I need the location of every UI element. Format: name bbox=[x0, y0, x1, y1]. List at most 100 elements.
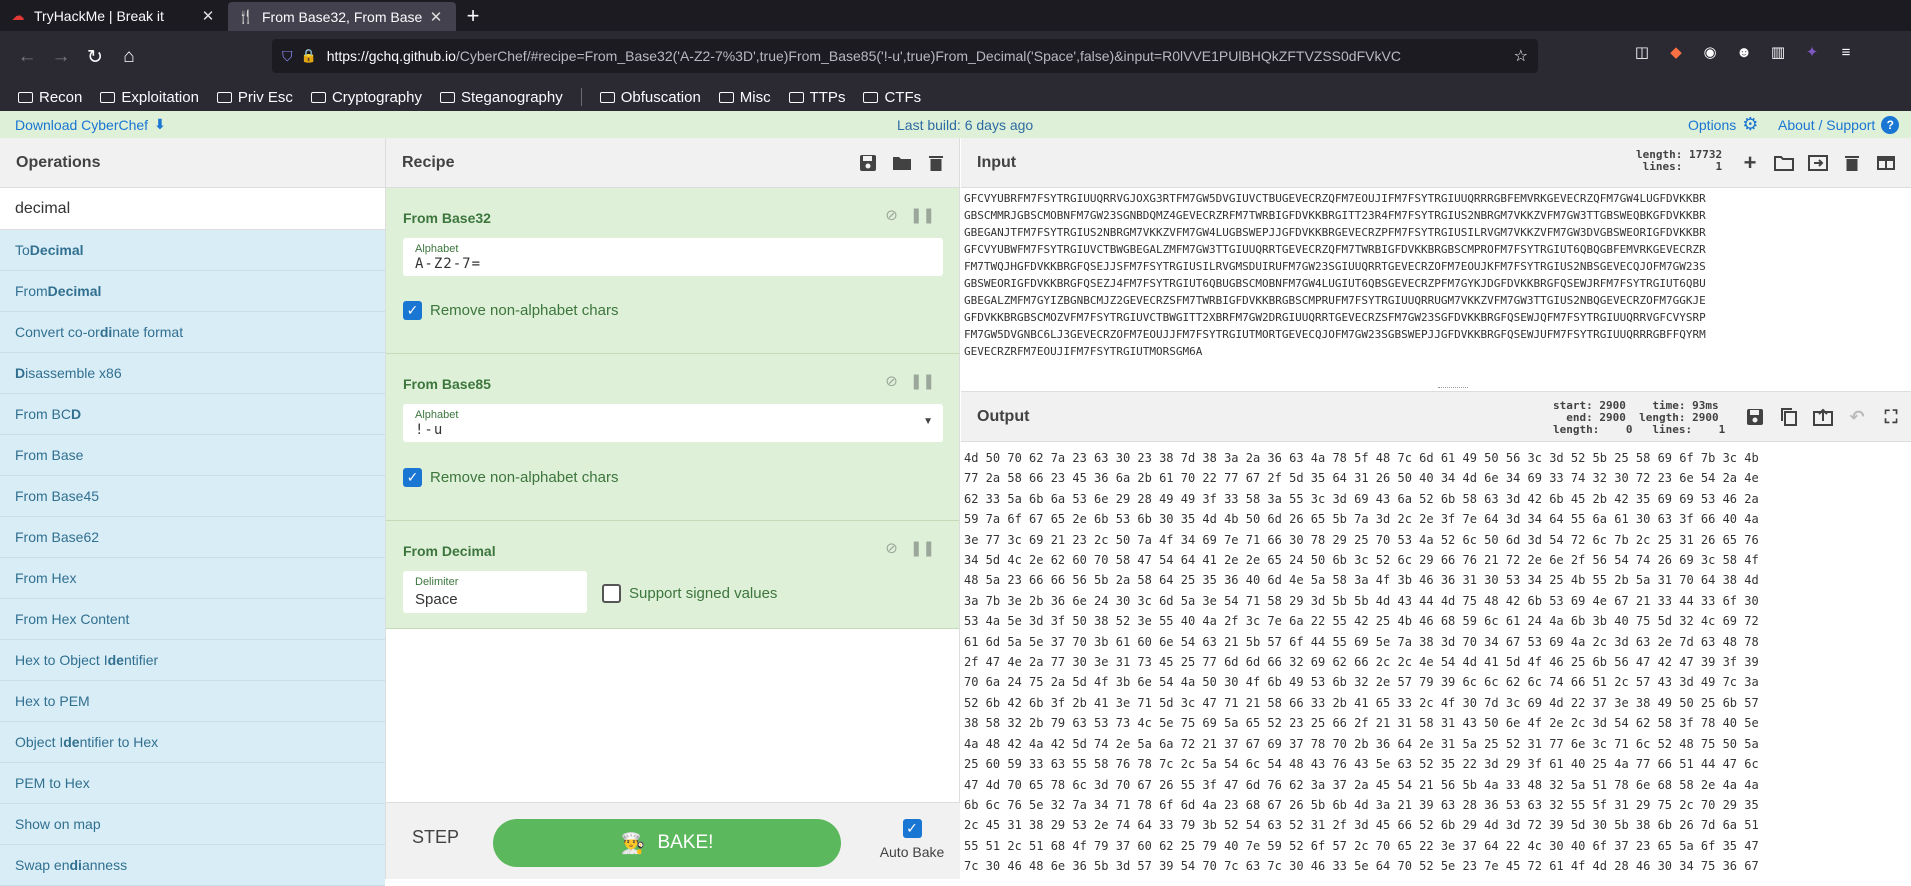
operation-item[interactable]: Swap en di anness bbox=[0, 845, 385, 886]
new-tab-button[interactable]: + bbox=[456, 0, 490, 31]
bookmark-folder[interactable]: Steganography bbox=[439, 89, 563, 106]
cyberchef-banner: Download CyberChef ⬇ Last build: 6 days a… bbox=[0, 111, 1911, 138]
toolbar-icons: ◫ ◆ ◉ ☻ ▥ ✦ ≡ bbox=[1630, 40, 1858, 64]
operation-item[interactable]: From Hex Content bbox=[0, 599, 385, 640]
operation-item[interactable]: From Base62 bbox=[0, 517, 385, 558]
operations-search-input[interactable]: decimal bbox=[0, 188, 385, 230]
dropdown-arrow-icon[interactable]: ▼ bbox=[923, 416, 933, 427]
pause-icon[interactable]: ❚❚ bbox=[910, 206, 935, 224]
reload-button[interactable]: ↻ bbox=[78, 40, 112, 74]
options-link[interactable]: Options ⚙ bbox=[1688, 114, 1758, 135]
url-text[interactable]: https://gchq.github.io/CyberChef/#recipe… bbox=[327, 48, 1508, 64]
bookmark-folder[interactable]: TTPs bbox=[788, 89, 845, 106]
bookmark-folder[interactable]: Obfuscation bbox=[599, 89, 701, 106]
disable-icon[interactable]: ⊘ bbox=[885, 372, 898, 390]
browser-tab-tryhackme[interactable]: ☁ TryHackMe | Break it ✕ bbox=[0, 0, 228, 31]
copy-icon[interactable] bbox=[1777, 405, 1801, 429]
last-build-text: Last build: 6 days ago bbox=[897, 116, 1034, 133]
extension-icon[interactable]: ◉ bbox=[1698, 40, 1722, 64]
operation-item[interactable]: PEM to Hex bbox=[0, 763, 385, 804]
menu-icon[interactable]: ≡ bbox=[1834, 40, 1858, 64]
input-text[interactable]: GFCVYUBRFM7FSYTRGIUUQRRVGJOXG3RTFM7GW5DV… bbox=[964, 190, 1908, 390]
bookmark-folder[interactable]: Recon bbox=[18, 89, 82, 106]
delimiter-select[interactable]: Delimiter Space bbox=[403, 571, 587, 613]
recipe-op-from-decimal[interactable]: From Decimal ⊘ ❚❚ Delimiter Space Support… bbox=[386, 521, 959, 629]
maximize-icon[interactable]: ⛶ bbox=[1879, 405, 1903, 429]
step-button[interactable]: STEP bbox=[412, 827, 459, 848]
field-label: Delimiter bbox=[415, 576, 459, 588]
auto-bake-checkbox[interactable]: ✓ Auto Bake bbox=[872, 819, 952, 860]
extensions-puzzle-icon[interactable]: ✦ bbox=[1800, 40, 1824, 64]
folder-icon bbox=[216, 91, 232, 103]
download-cyberchef-link[interactable]: Download CyberChef ⬇ bbox=[15, 116, 166, 133]
input-title: Input bbox=[977, 153, 1017, 171]
checkbox-checked-icon: ✓ bbox=[403, 468, 422, 487]
bookmark-folder[interactable]: Misc bbox=[718, 89, 771, 106]
operation-item[interactable]: From Base bbox=[0, 435, 385, 476]
bookmark-star-icon[interactable]: ☆ bbox=[1514, 46, 1528, 66]
resize-handle[interactable] bbox=[1438, 387, 1468, 390]
operation-item[interactable]: Show on map bbox=[0, 804, 385, 845]
disable-icon[interactable]: ⊘ bbox=[885, 206, 898, 224]
layout-icon[interactable] bbox=[1874, 151, 1898, 175]
field-label: Alphabet bbox=[415, 243, 459, 255]
pause-icon[interactable]: ❚❚ bbox=[910, 372, 935, 390]
alphabet-field[interactable]: Alphabet A-Z2-7= bbox=[403, 238, 943, 276]
folder-icon bbox=[310, 91, 326, 103]
disable-icon[interactable]: ⊘ bbox=[885, 539, 898, 557]
bookmark-folder[interactable]: Exploitation bbox=[100, 89, 199, 106]
checkbox-checked-icon: ✓ bbox=[902, 819, 922, 838]
output-text[interactable]: 4d 50 70 62 7a 23 63 30 23 38 7d 38 3a 2… bbox=[964, 448, 1908, 878]
folder-open-icon[interactable] bbox=[891, 152, 913, 174]
back-button[interactable]: ← bbox=[10, 40, 44, 74]
operation-item[interactable]: Convert co-or di nate format bbox=[0, 312, 385, 353]
bookmark-folder[interactable]: Cryptography bbox=[310, 89, 422, 106]
browser-tab-cyberchef[interactable]: 🍴 From Base32, From Base ✕ bbox=[228, 2, 456, 31]
replace-input-icon[interactable] bbox=[1811, 405, 1835, 429]
foxyproxy-icon[interactable]: ◆ bbox=[1664, 40, 1688, 64]
gear-icon: ⚙ bbox=[1742, 114, 1759, 134]
help-icon: ? bbox=[1881, 115, 1900, 134]
forward-button[interactable]: → bbox=[44, 40, 78, 74]
folder-icon bbox=[439, 91, 455, 103]
clipboard-icon[interactable]: ▥ bbox=[1766, 40, 1790, 64]
operation-item[interactable]: Disassemble x86 bbox=[0, 353, 385, 394]
close-icon[interactable]: ✕ bbox=[198, 7, 218, 25]
operation-item[interactable]: From Base45 bbox=[0, 476, 385, 517]
open-folder-icon[interactable] bbox=[1772, 151, 1796, 175]
operation-item[interactable]: Object Ide ntifier to Hex bbox=[0, 722, 385, 763]
trash-icon[interactable] bbox=[925, 152, 947, 174]
bake-button[interactable]: 👨‍🍳 BAKE! bbox=[493, 819, 841, 867]
bookmark-folder[interactable]: Priv Esc bbox=[216, 89, 293, 106]
close-icon[interactable]: ✕ bbox=[426, 8, 446, 26]
remove-non-alphabet-checkbox[interactable]: ✓ Remove non-alphabet chars bbox=[403, 301, 618, 320]
bookmark-folder[interactable]: CTFs bbox=[863, 89, 921, 106]
save-icon[interactable] bbox=[857, 152, 879, 174]
address-bar[interactable]: ⛉ 🔒 https://gchq.github.io/CyberChef/#re… bbox=[272, 39, 1538, 73]
bookmark-separator bbox=[580, 88, 582, 106]
recipe-op-from-base85[interactable]: From Base85 ⊘ ❚❚ Alphabet !-u ▼ ✓ Remove … bbox=[386, 354, 959, 521]
operation-item[interactable]: From Hex bbox=[0, 558, 385, 599]
trash-icon[interactable] bbox=[1840, 151, 1864, 175]
save-icon[interactable] bbox=[1743, 405, 1767, 429]
operation-item[interactable]: Hex to Object Ide ntifier bbox=[0, 640, 385, 681]
add-tab-icon[interactable]: + bbox=[1738, 150, 1762, 175]
operation-item[interactable]: To Decimal bbox=[0, 230, 385, 271]
operation-item[interactable]: From Decimal bbox=[0, 271, 385, 312]
undo-icon[interactable]: ↶ bbox=[1845, 405, 1869, 429]
output-stats: start: 2900 time: 93ms end: 2900 length:… bbox=[1553, 399, 1726, 436]
operation-item[interactable]: Hex to PEM bbox=[0, 681, 385, 722]
wappalyzer-icon[interactable]: ☻ bbox=[1732, 40, 1756, 64]
pocket-icon[interactable]: ◫ bbox=[1630, 40, 1654, 64]
recipe-op-from-base32[interactable]: From Base32 ⊘ ❚❚ Alphabet A-Z2-7= ✓ Remov… bbox=[386, 188, 959, 354]
about-support-link[interactable]: About / Support? bbox=[1778, 115, 1900, 134]
remove-non-alphabet-checkbox[interactable]: ✓ Remove non-alphabet chars bbox=[403, 468, 618, 487]
bookmarks-bar: Recon Exploitation Priv Esc Cryptography… bbox=[0, 83, 1911, 111]
op-name: From Base85 bbox=[403, 376, 491, 392]
home-button[interactable]: ⌂ bbox=[112, 40, 146, 74]
open-file-icon[interactable] bbox=[1806, 151, 1830, 175]
support-signed-values-checkbox[interactable]: Support signed values bbox=[602, 584, 777, 603]
alphabet-select[interactable]: Alphabet !-u ▼ bbox=[403, 404, 943, 442]
operation-item[interactable]: From BC D bbox=[0, 394, 385, 435]
pause-icon[interactable]: ❚❚ bbox=[910, 539, 935, 557]
